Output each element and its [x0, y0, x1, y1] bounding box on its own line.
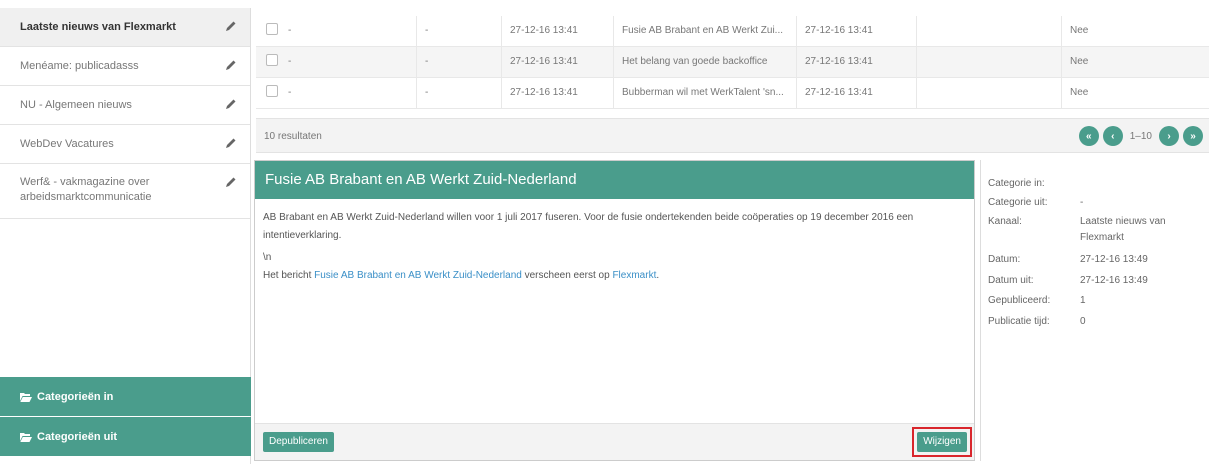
- date-label: Datum:: [988, 254, 1021, 265]
- feed-item-nu[interactable]: NU - Algemeen nieuws: [0, 86, 250, 125]
- published-label: Gepubliceerd:: [988, 295, 1051, 306]
- feed-item-flexmarkt[interactable]: Laatste nieuws van Flexmarkt: [0, 8, 250, 47]
- pencil-icon[interactable]: [225, 98, 237, 110]
- cell-text: Fusie AB Brabant en AB Werkt Zui...: [613, 16, 796, 46]
- cell-text: 27-12-16 13:41: [501, 47, 613, 77]
- prev-page-button[interactable]: ‹: [1102, 126, 1123, 146]
- source-prefix: Het bericht: [263, 270, 315, 281]
- edit-highlight: Wijzigen: [912, 427, 972, 457]
- categories-in-button[interactable]: Categorieën in: [0, 377, 251, 416]
- results-count: 10 resultaten: [264, 131, 322, 142]
- edit-button[interactable]: Wijzigen: [917, 432, 967, 452]
- article-paragraph: AB Brabant en AB Werkt Zuid-Nederland wi…: [263, 212, 914, 241]
- source-middle: verscheen eerst op: [521, 270, 613, 281]
- feed-item-webdev[interactable]: WebDev Vacatures: [0, 125, 250, 164]
- feed-label: NU - Algemeen nieuws: [20, 98, 132, 111]
- date-out-value: 27-12-16 13:49: [1080, 275, 1148, 286]
- pubtime-label: Publicatie tijd:: [988, 316, 1050, 327]
- table-row[interactable]: - - 27-12-16 13:41 Het belang van goede …: [256, 47, 1209, 78]
- cell-text: Bubberman wil met WerkTalent 'sn...: [613, 78, 796, 108]
- folder-open-icon: [20, 392, 32, 402]
- cell-text: 27-12-16 13:41: [796, 47, 916, 77]
- pagination: « ‹ 1–10 › »: [1078, 126, 1203, 146]
- pencil-icon[interactable]: [225, 176, 237, 188]
- cell-text: Nee: [1061, 47, 1209, 77]
- categories-in-label: Categorieën in: [37, 390, 114, 403]
- cell-text: 27-12-16 13:41: [501, 78, 613, 108]
- cell-text: Het belang van goede backoffice: [613, 47, 796, 77]
- feed-label: Werf& - vakmagazine over arbeidsmarktcom…: [20, 176, 152, 203]
- cell-text: Nee: [1061, 78, 1209, 108]
- page-range: 1–10: [1129, 130, 1152, 142]
- article-body: AB Brabant en AB Werkt Zuid-Nederland wi…: [255, 199, 974, 295]
- feed-item-werf[interactable]: Werf& - vakmagazine over arbeidsmarktcom…: [0, 164, 250, 219]
- cell-text: 27-12-16 13:41: [501, 16, 613, 46]
- depublish-button[interactable]: Depubliceren: [263, 432, 334, 452]
- articles-table: - - 27-12-16 13:41 Fusie AB Brabant en A…: [256, 16, 1209, 109]
- feed-label: Menéame: publicadasss: [20, 59, 139, 72]
- cell-text: [916, 47, 1061, 77]
- categories-out-button[interactable]: Categorieën uit: [0, 417, 251, 456]
- next-page-button[interactable]: ›: [1159, 126, 1179, 146]
- table-row[interactable]: - - 27-12-16 13:41 Fusie AB Brabant en A…: [256, 16, 1209, 47]
- feed-item-meneame[interactable]: Menéame: publicadasss: [0, 47, 250, 86]
- pubtime-value: 0: [1080, 316, 1086, 327]
- categories-out-label: Categorieën uit: [37, 430, 118, 443]
- published-value: 1: [1080, 295, 1086, 306]
- table-row[interactable]: - - 27-12-16 13:41 Bubberman wil met Wer…: [256, 78, 1209, 109]
- cell-text: [916, 78, 1061, 108]
- flexmarkt-link[interactable]: Flexmarkt: [612, 270, 656, 281]
- pencil-icon[interactable]: [225, 137, 237, 149]
- category-out-value: -: [1080, 197, 1084, 208]
- article-info: Categorie in: Categorie uit: - Kanaal: L…: [980, 160, 1209, 461]
- cell-text: -: [288, 87, 292, 98]
- source-line: Het bericht Fusie AB Brabant en AB Werkt…: [263, 267, 966, 285]
- article-title: Fusie AB Brabant en AB Werkt Zuid-Nederl…: [255, 161, 974, 199]
- cell-text: Nee: [1061, 16, 1209, 46]
- escape-text: \n: [263, 252, 272, 263]
- table-footer: 10 resultaten « ‹ 1–10 › »: [256, 118, 1209, 153]
- channel-label: Kanaal:: [988, 216, 1022, 227]
- date-value: 27-12-16 13:49: [1080, 254, 1148, 265]
- cell-text: -: [416, 78, 501, 108]
- source-suffix: .: [656, 270, 660, 281]
- article-detail: Fusie AB Brabant en AB Werkt Zuid-Nederl…: [254, 160, 975, 461]
- cell-text: 27-12-16 13:41: [796, 78, 916, 108]
- feed-label: Laatste nieuws van Flexmarkt: [20, 20, 176, 33]
- detail-actions: Depubliceren Wijzigen: [255, 423, 974, 460]
- last-page-button[interactable]: »: [1183, 126, 1203, 146]
- folder-open-icon: [20, 432, 32, 442]
- cell-text: -: [416, 16, 501, 46]
- cell-text: -: [288, 56, 292, 67]
- category-out-label: Categorie uit:: [988, 197, 1048, 208]
- date-out-label: Datum uit:: [988, 275, 1034, 286]
- cell-text: -: [416, 47, 501, 77]
- channel-value: Laatste nieuws van Flexmarkt: [1080, 216, 1166, 243]
- pencil-icon[interactable]: [225, 20, 237, 32]
- article-link[interactable]: Fusie AB Brabant en AB Werkt Zuid-Nederl…: [314, 270, 522, 281]
- cell-text: [916, 16, 1061, 46]
- row-checkbox[interactable]: [266, 85, 278, 98]
- cell-text: 27-12-16 13:41: [796, 16, 916, 46]
- pencil-icon[interactable]: [225, 59, 237, 71]
- row-checkbox[interactable]: [266, 23, 278, 36]
- cell-text: -: [288, 25, 292, 36]
- row-checkbox[interactable]: [266, 54, 278, 67]
- first-page-button[interactable]: «: [1078, 126, 1099, 146]
- feed-label: WebDev Vacatures: [20, 137, 114, 150]
- category-in-label: Categorie in:: [988, 178, 1045, 189]
